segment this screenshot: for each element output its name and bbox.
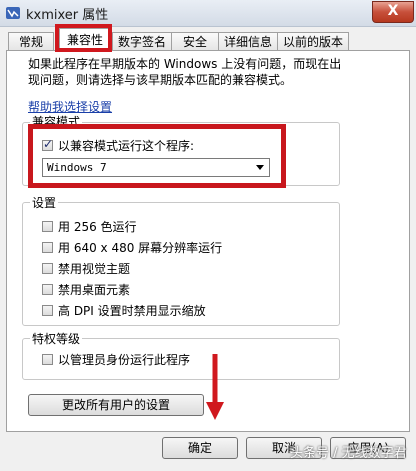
change-all-users-button[interactable]: 更改所有用户的设置 xyxy=(28,394,204,416)
tab-details[interactable]: 详细信息 xyxy=(218,32,278,51)
setting-256-colors-checkbox[interactable] xyxy=(42,221,53,232)
watermark: 头条号 / 无线数字君 xyxy=(290,446,407,461)
title-bar[interactable]: kxmixer 属性 X xyxy=(0,0,416,27)
ok-button[interactable]: 确定 xyxy=(162,437,238,459)
settings-group-label: 设置 xyxy=(30,194,59,211)
setting-256-colors-label: 用 256 色运行 xyxy=(58,220,137,234)
red-arrow-annotation xyxy=(206,354,224,420)
run-as-admin-label: 以管理员身份运行此程序 xyxy=(58,353,191,367)
tab-highlight-annotation xyxy=(55,24,112,52)
compat-mode-highlight-annotation xyxy=(28,124,286,188)
tab-previous-versions[interactable]: 以前的版本 xyxy=(277,32,349,51)
setting-disable-dpi-scaling-label: 高 DPI 设置时禁用显示缩放 xyxy=(58,304,206,318)
window-title: kxmixer 属性 xyxy=(26,8,109,23)
setting-640x480-label: 用 640 x 480 屏幕分辨率运行 xyxy=(58,241,223,255)
setting-disable-desktop-composition-checkbox[interactable] xyxy=(42,284,53,295)
setting-disable-dpi-scaling-checkbox[interactable] xyxy=(42,305,53,316)
tab-digital-signature[interactable]: 数字签名 xyxy=(112,32,172,51)
setting-disable-visual-themes-checkbox[interactable] xyxy=(42,263,53,274)
intro-text: 如果此程序在早期版本的 Windows 上没有问题，而现在出 现问题，则请选择与… xyxy=(28,56,398,88)
run-as-admin-checkbox[interactable] xyxy=(42,354,53,365)
intro-line-1: 如果此程序在早期版本的 Windows 上没有问题，而现在出 xyxy=(28,57,342,71)
setting-disable-desktop-composition-label: 禁用桌面元素 xyxy=(58,283,131,297)
close-button[interactable]: X xyxy=(372,1,414,23)
properties-window: kxmixer 属性 X 常规 兼容性 数字签名 安全 详细信息 以前的版本 如… xyxy=(0,0,416,471)
tab-general[interactable]: 常规 xyxy=(8,32,54,51)
setting-640x480-checkbox[interactable] xyxy=(42,242,53,253)
intro-line-2: 现问题，则请选择与该早期版本匹配的兼容模式。 xyxy=(28,73,293,87)
setting-disable-visual-themes-label: 禁用视觉主题 xyxy=(58,262,131,276)
tab-security[interactable]: 安全 xyxy=(171,32,219,51)
privilege-group-label: 特权等级 xyxy=(30,330,83,347)
app-icon xyxy=(6,7,20,19)
